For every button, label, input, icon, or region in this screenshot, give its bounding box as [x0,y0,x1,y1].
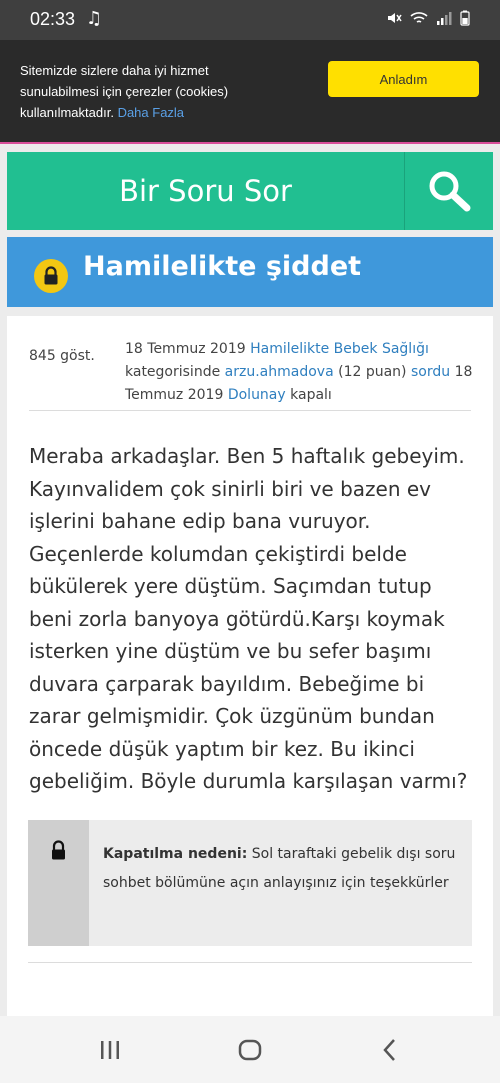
asked-date: 18 Temmuz 2019 [125,341,246,357]
closed-notice-sidebar [28,820,89,946]
recent-apps-icon [101,1041,119,1059]
closer-link[interactable]: Dolunay [228,387,286,403]
home-button[interactable] [230,1030,270,1070]
search-button[interactable] [405,152,493,230]
status-bar: 02:33 ♫ [0,0,500,40]
status-icons [386,10,470,26]
closed-notice: Kapatılma nedeni: Sol taraftaki gebelik … [28,820,472,946]
category-link[interactable]: Hamilelikte Bebek Sağlığı [250,341,429,357]
ask-question-button[interactable]: Bir Soru Sor [7,152,404,230]
cookie-banner: Sitemizde sizlere daha iyi hizmet sunula… [0,40,500,144]
view-count: 845 göst. [29,348,95,364]
mute-icon [388,13,402,23]
wifi-icon [410,12,428,23]
lock-icon [52,840,65,860]
signal-icon [437,12,452,25]
closed-status: kapalı [290,387,332,403]
closed-reason-text: Kapatılma nedeni: Sol taraftaki gebelik … [103,840,463,898]
asked-link[interactable]: sordu [411,364,450,380]
home-icon [238,1039,262,1061]
author-link[interactable]: arzu.ahmadova [225,364,334,380]
cookie-accept-button[interactable]: Anladım [328,61,479,97]
question-title-bar: Hamilelikte şiddet [7,237,493,307]
closed-reason-label: Kapatılma nedeni: [103,846,248,862]
category-suffix: kategorisinde [125,364,221,380]
question-card: 845 göst. 18 Temmuz 2019 Hamilelikte Beb… [7,316,493,1016]
content-divider [28,962,472,963]
question-meta: 18 Temmuz 2019 Hamilelikte Bebek Sağlığı… [125,338,485,407]
lock-icon [44,266,58,285]
cookie-message: Sitemizde sizlere daha iyi hizmet sunula… [20,60,290,123]
music-note-icon: ♫ [86,8,103,29]
page-title: Hamilelikte şiddet [83,251,362,282]
battery-icon [460,10,470,26]
search-icon [429,171,471,212]
system-navigation-bar [0,1016,500,1083]
lock-badge [34,259,68,293]
question-body: Meraba arkadaşlar. Ben 5 haftalık gebeyi… [29,444,468,793]
author-points: (12 puan) [338,364,407,380]
ask-question-bar: Bir Soru Sor [7,152,493,230]
status-time: 02:33 [30,9,76,29]
cookie-more-link[interactable]: Daha Fazla [118,105,184,120]
back-icon [383,1039,395,1061]
recent-apps-button[interactable] [90,1030,130,1070]
meta-divider [29,410,471,411]
back-button[interactable] [370,1030,410,1070]
